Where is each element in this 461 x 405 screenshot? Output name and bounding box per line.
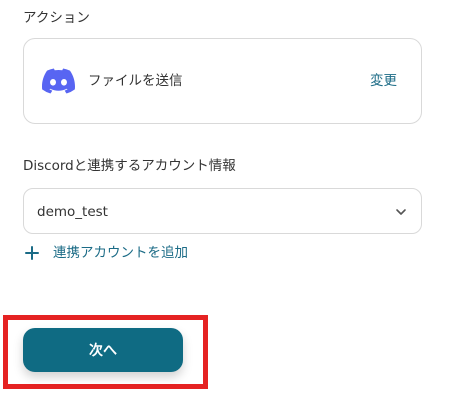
action-card: ファイルを送信 変更 [23, 38, 422, 124]
add-account-link[interactable]: 連携アカウントを追加 [23, 243, 188, 263]
plus-icon [25, 246, 39, 260]
add-account-label: 連携アカウントを追加 [53, 245, 188, 261]
discord-icon [42, 68, 75, 94]
account-select[interactable]: demo_test [23, 188, 422, 234]
chevron-down-icon [396, 209, 406, 215]
action-section-label: アクション [23, 10, 90, 26]
action-name: ファイルを送信 [88, 73, 183, 89]
account-section-label: Discordと連携するアカウント情報 [23, 158, 236, 174]
next-button[interactable]: 次へ [23, 328, 183, 372]
change-action-link[interactable]: 変更 [370, 71, 397, 91]
selected-account-value: demo_test [37, 204, 108, 220]
